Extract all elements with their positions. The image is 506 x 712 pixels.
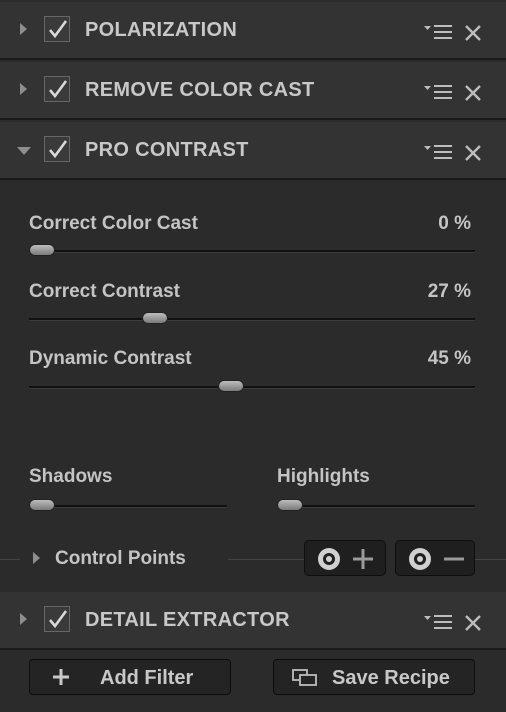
add-filter-label: Add Filter xyxy=(100,667,194,689)
add-control-point-icon xyxy=(318,548,373,570)
remove-control-point-icon xyxy=(409,548,464,570)
shadows-slider-handle[interactable] xyxy=(29,499,55,511)
filter-enable-checkbox[interactable] xyxy=(44,16,70,42)
filter-enable-checkbox[interactable] xyxy=(44,76,70,102)
filter-enable-checkbox[interactable] xyxy=(44,136,70,162)
add-control-point-button[interactable] xyxy=(304,540,386,576)
highlights-slider-track[interactable] xyxy=(277,499,475,511)
divider xyxy=(0,559,20,560)
filter-title: DETAIL EXTRACTOR xyxy=(85,609,290,631)
slider-value-correct-color-cast: 0 % xyxy=(438,213,471,234)
pro-contrast-panel: Correct Color Cast 0 % Correct Contrast … xyxy=(0,182,506,590)
expand-triangle-icon[interactable] xyxy=(20,613,27,625)
shadows-slider-track[interactable] xyxy=(29,499,227,511)
menu-dropdown-icon[interactable] xyxy=(424,144,456,160)
slider-handle[interactable] xyxy=(142,312,169,324)
collapse-triangle-icon[interactable] xyxy=(17,147,31,155)
slider-value-correct-contrast: 27 % xyxy=(427,281,471,302)
slider-label-correct-contrast: Correct Contrast xyxy=(29,281,180,302)
add-filter-button[interactable]: Add Filter xyxy=(29,659,231,695)
highlights-label: Highlights xyxy=(277,466,370,487)
slider-track-dynamic-contrast[interactable] xyxy=(29,380,475,392)
close-icon[interactable] xyxy=(462,82,484,104)
filter-title: REMOVE COLOR CAST xyxy=(85,79,315,101)
filter-header-polarization[interactable]: POLARIZATION xyxy=(0,2,506,60)
expand-triangle-icon[interactable] xyxy=(33,552,40,564)
highlights-slider-handle[interactable] xyxy=(277,499,303,511)
expand-triangle-icon[interactable] xyxy=(20,23,27,35)
slider-handle[interactable] xyxy=(218,380,244,392)
menu-dropdown-icon[interactable] xyxy=(424,84,456,100)
remove-control-point-button[interactable] xyxy=(395,540,475,576)
slider-track-correct-contrast[interactable] xyxy=(29,312,475,324)
save-recipe-button[interactable]: Save Recipe xyxy=(273,659,475,695)
close-icon[interactable] xyxy=(462,22,484,44)
divider xyxy=(475,559,506,560)
filter-title: POLARIZATION xyxy=(85,19,238,41)
close-icon[interactable] xyxy=(462,142,484,164)
slider-label-dynamic-contrast: Dynamic Contrast xyxy=(29,348,192,369)
filter-title: PRO CONTRAST xyxy=(85,139,249,161)
control-points-label[interactable]: Control Points xyxy=(55,548,186,570)
save-recipe-label: Save Recipe xyxy=(332,667,450,689)
slider-value-dynamic-contrast: 45 % xyxy=(427,348,471,369)
footer-bar: Add Filter Save Recipe xyxy=(0,652,506,712)
plus-icon xyxy=(53,669,69,685)
filter-enable-checkbox[interactable] xyxy=(44,606,70,632)
shadows-label: Shadows xyxy=(29,466,113,487)
menu-dropdown-icon[interactable] xyxy=(424,614,456,630)
filter-header-detail-extractor[interactable]: DETAIL EXTRACTOR xyxy=(0,592,506,650)
expand-triangle-icon[interactable] xyxy=(20,83,27,95)
close-icon[interactable] xyxy=(462,612,484,634)
slider-track-correct-color-cast[interactable] xyxy=(29,244,475,256)
save-recipe-icon xyxy=(292,669,317,686)
filter-header-pro-contrast[interactable]: PRO CONTRAST xyxy=(0,122,506,180)
slider-label-correct-color-cast: Correct Color Cast xyxy=(29,213,198,234)
filter-header-remove-color-cast[interactable]: REMOVE COLOR CAST xyxy=(0,62,506,120)
slider-handle[interactable] xyxy=(29,244,55,256)
menu-dropdown-icon[interactable] xyxy=(424,24,456,40)
divider xyxy=(228,559,304,560)
